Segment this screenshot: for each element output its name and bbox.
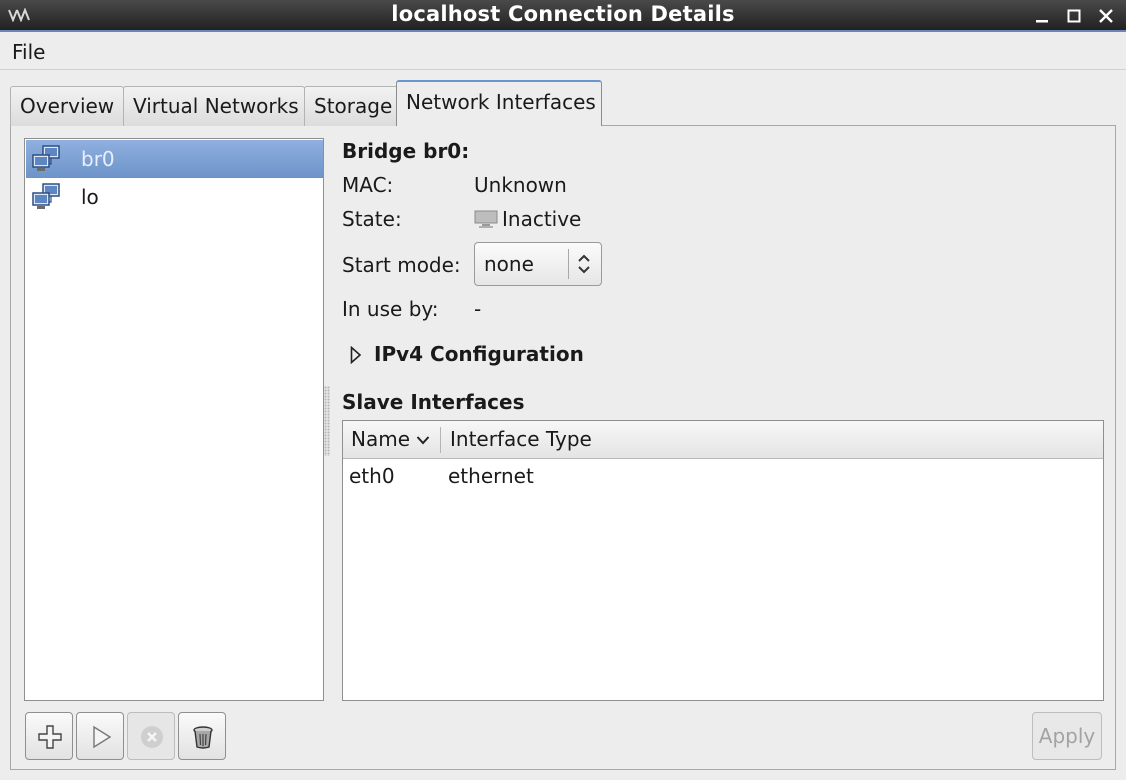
in-use-label: In use by: xyxy=(342,297,439,321)
table-row[interactable]: eth0 ethernet xyxy=(343,460,1103,494)
add-interface-button[interactable] xyxy=(25,712,73,760)
state-value: Inactive xyxy=(502,207,582,231)
plus-icon xyxy=(38,725,62,749)
tab-overview[interactable]: Overview xyxy=(10,86,124,126)
delete-interface-button[interactable] xyxy=(178,712,226,760)
menu-file[interactable]: File xyxy=(12,40,45,64)
mac-label: MAC: xyxy=(342,173,394,197)
interface-list[interactable]: br0 lo xyxy=(24,138,324,701)
network-interface-icon xyxy=(32,145,60,171)
title-bar[interactable]: localhost Connection Details xyxy=(0,0,1126,32)
tab-storage[interactable]: Storage xyxy=(304,86,398,126)
close-button[interactable] xyxy=(1094,4,1118,28)
maximize-button[interactable] xyxy=(1062,4,1086,28)
details-heading: Bridge br0: xyxy=(342,139,470,163)
menu-bar: File xyxy=(0,32,1126,70)
play-icon xyxy=(93,725,112,749)
trash-icon xyxy=(193,726,213,749)
ipv4-config-label: IPv4 Configuration xyxy=(374,342,584,366)
table-header: Name Interface Type xyxy=(343,421,1103,459)
start-mode-label: Start mode: xyxy=(342,253,461,277)
sort-descending-icon xyxy=(416,436,430,445)
start-interface-button[interactable] xyxy=(76,712,124,760)
slave-interfaces-table[interactable]: Name Interface Type eth0 ethernet xyxy=(342,420,1104,701)
stop-icon xyxy=(141,726,163,748)
close-icon xyxy=(1099,9,1113,23)
interface-label: br0 xyxy=(81,147,115,171)
pane-resize-handle[interactable] xyxy=(324,386,330,456)
cell-name: eth0 xyxy=(349,464,395,488)
column-header-name[interactable]: Name xyxy=(351,421,410,459)
tab-network-interfaces[interactable]: Network Interfaces xyxy=(396,80,602,126)
state-label: State: xyxy=(342,207,402,231)
mac-value: Unknown xyxy=(474,173,567,197)
interface-label: lo xyxy=(81,185,99,209)
combo-separator xyxy=(568,249,569,279)
maximize-icon xyxy=(1067,9,1081,23)
up-down-arrows-icon xyxy=(578,254,590,274)
slave-interfaces-heading: Slave Interfaces xyxy=(342,390,525,414)
minimize-button[interactable] xyxy=(1030,4,1054,28)
start-mode-value: none xyxy=(484,252,534,276)
minimize-icon xyxy=(1036,20,1048,23)
cell-interface-type: ethernet xyxy=(448,464,534,488)
expander-arrow-icon xyxy=(350,346,362,364)
in-use-value: - xyxy=(474,297,482,321)
window-title: localhost Connection Details xyxy=(391,2,735,26)
network-interface-icon xyxy=(32,183,60,209)
apply-button[interactable]: Apply xyxy=(1032,712,1102,760)
column-header-interface-type[interactable]: Interface Type xyxy=(450,421,592,459)
monitor-inactive-icon xyxy=(474,210,498,228)
column-separator xyxy=(440,427,441,453)
stop-interface-button[interactable] xyxy=(127,712,175,760)
start-mode-select[interactable]: none xyxy=(474,242,602,286)
interface-item-br0[interactable]: br0 xyxy=(26,140,323,178)
tab-virtual-networks[interactable]: Virtual Networks xyxy=(123,86,305,126)
interface-item-lo[interactable]: lo xyxy=(26,178,323,216)
